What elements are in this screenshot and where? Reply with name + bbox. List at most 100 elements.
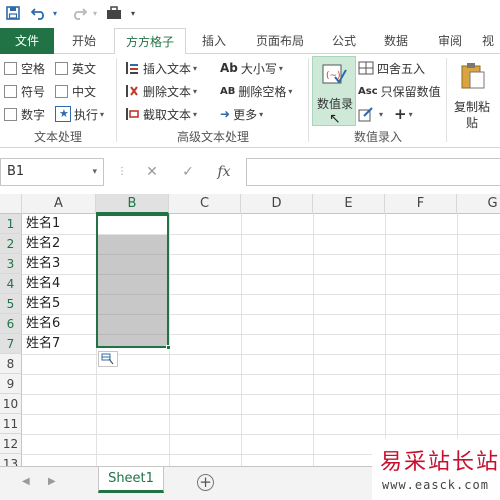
sheet-tab[interactable]: Sheet1 bbox=[98, 467, 164, 493]
case-icon: Ab bbox=[220, 61, 238, 75]
checkbox-number[interactable]: 数字 bbox=[4, 104, 45, 124]
tab-page-layout[interactable]: 页面布局 bbox=[246, 28, 314, 54]
value-entry-button[interactable]: (~) 数值录 ↖ bbox=[312, 56, 356, 127]
gridline bbox=[22, 394, 500, 395]
column-header[interactable]: F bbox=[385, 194, 457, 214]
customize-qat-icon[interactable]: ▾ bbox=[128, 3, 138, 23]
formula-input[interactable] bbox=[246, 158, 500, 186]
row-header[interactable]: 1 bbox=[0, 214, 22, 234]
gridline bbox=[22, 414, 500, 415]
prev-sheet-icon[interactable]: ◀ bbox=[22, 476, 30, 487]
row-header[interactable]: 3 bbox=[0, 254, 22, 274]
delete-text-button[interactable]: 删除文本 ▾ bbox=[124, 81, 197, 101]
cell-a6[interactable]: 姓名6 bbox=[23, 314, 60, 334]
group-label-advanced-text: 高级文本处理 bbox=[176, 130, 249, 144]
tab-insert[interactable]: 插入 bbox=[192, 28, 236, 54]
keep-value-button[interactable]: Asc 只保留数值 bbox=[358, 81, 441, 101]
row-header[interactable]: 12 bbox=[0, 434, 22, 454]
keep-value-icon: Asc bbox=[358, 85, 378, 97]
row-header[interactable]: 13 bbox=[0, 454, 22, 466]
ribbon-tabs: 文件 开始 方方格子 插入 页面布局 公式 数据 审阅 视 bbox=[0, 28, 500, 55]
row-header[interactable]: 8 bbox=[0, 354, 22, 374]
save-icon[interactable] bbox=[4, 3, 22, 23]
checkbox-symbol[interactable]: 符号 bbox=[4, 81, 45, 101]
checkbox-box[interactable] bbox=[55, 61, 68, 75]
cell-a2[interactable]: 姓名2 bbox=[23, 234, 60, 254]
tab-view[interactable]: 视 bbox=[482, 28, 500, 54]
tab-data[interactable]: 数据 bbox=[374, 28, 418, 54]
watermark-title: 易采站长站 bbox=[380, 450, 500, 475]
checkbox-box[interactable] bbox=[55, 84, 68, 98]
cell-a3[interactable]: 姓名3 bbox=[23, 254, 60, 274]
column-header[interactable]: C bbox=[169, 194, 241, 214]
edit-button[interactable]: ▾ bbox=[358, 104, 383, 124]
column-header[interactable]: B bbox=[96, 194, 169, 214]
cell-a7[interactable]: 姓名7 bbox=[23, 334, 60, 354]
insert-text-button[interactable]: 插入文本 ▾ bbox=[124, 58, 197, 78]
undo-dropdown-icon[interactable]: ▾ bbox=[50, 3, 60, 23]
watermark-url: www.easck.com bbox=[382, 478, 489, 492]
row-header[interactable]: 6 bbox=[0, 314, 22, 334]
toolbox-icon[interactable] bbox=[104, 3, 128, 23]
cell-a1[interactable]: 姓名1 bbox=[23, 214, 60, 234]
gridline bbox=[22, 234, 500, 235]
checkbox-space[interactable]: 空格 bbox=[4, 58, 45, 78]
cell-a4[interactable]: 姓名4 bbox=[23, 274, 60, 294]
more-button[interactable]: ➜ 更多 ▾ bbox=[220, 104, 263, 124]
plus-icon: + bbox=[394, 105, 407, 123]
redo-icon[interactable] bbox=[70, 3, 88, 23]
gridline bbox=[457, 214, 458, 466]
svg-text:(~): (~) bbox=[326, 71, 341, 81]
insert-function-icon[interactable]: fx bbox=[214, 162, 234, 182]
group-label-text-processing: 文本处理 bbox=[33, 130, 82, 144]
insert-text-icon bbox=[124, 60, 140, 76]
row-header[interactable]: 5 bbox=[0, 294, 22, 314]
gridline bbox=[313, 214, 314, 466]
chevron-down-icon: ▾ bbox=[193, 109, 198, 119]
name-box[interactable]: B1 ▾ bbox=[0, 158, 104, 186]
column-header[interactable]: G bbox=[457, 194, 500, 214]
fill-handle[interactable] bbox=[166, 345, 171, 350]
tab-home[interactable]: 开始 bbox=[62, 28, 106, 54]
round-button[interactable]: 四舍五入 bbox=[358, 58, 425, 78]
checkbox-box[interactable] bbox=[4, 61, 17, 75]
select-all-corner[interactable] bbox=[0, 194, 22, 214]
case-button[interactable]: Ab 大小写 ▾ bbox=[220, 58, 283, 78]
tab-review[interactable]: 审阅 bbox=[428, 28, 472, 54]
undo-icon[interactable] bbox=[30, 3, 48, 23]
checkbox-box[interactable] bbox=[4, 107, 17, 121]
row-header[interactable]: 9 bbox=[0, 374, 22, 394]
delete-space-icon: AB bbox=[220, 85, 236, 97]
quick-analysis-button[interactable] bbox=[98, 351, 118, 367]
row-header[interactable]: 4 bbox=[0, 274, 22, 294]
add-sheet-icon[interactable]: + bbox=[197, 474, 214, 491]
tab-formulas[interactable]: 公式 bbox=[322, 28, 366, 54]
plus-button[interactable]: + ▾ bbox=[394, 104, 413, 124]
edit-icon bbox=[358, 106, 374, 122]
delete-space-button[interactable]: AB 删除空格 ▾ bbox=[220, 81, 292, 101]
row-header[interactable]: 7 bbox=[0, 334, 22, 354]
row-header[interactable]: 2 bbox=[0, 234, 22, 254]
worksheet-grid[interactable]: A B C D E F G 1 2 3 4 5 6 7 8 9 10 11 12… bbox=[0, 194, 500, 466]
cancel-icon[interactable]: ✕ bbox=[142, 162, 162, 182]
checkbox-box[interactable] bbox=[4, 84, 17, 98]
tab-file[interactable]: 文件 bbox=[0, 28, 54, 54]
next-sheet-icon[interactable]: ▶ bbox=[48, 476, 56, 487]
column-header[interactable]: D bbox=[241, 194, 313, 214]
column-header[interactable]: E bbox=[313, 194, 385, 214]
checkbox-chinese[interactable]: 中文 bbox=[55, 81, 96, 101]
cell-a5[interactable]: 姓名5 bbox=[23, 294, 60, 314]
chevron-down-icon[interactable]: ▾ bbox=[92, 159, 97, 185]
column-header[interactable]: A bbox=[22, 194, 96, 214]
execute-button[interactable]: ★ 执行 ▾ bbox=[55, 104, 104, 124]
redo-dropdown-icon[interactable]: ▾ bbox=[90, 3, 100, 23]
confirm-icon[interactable]: ✓ bbox=[178, 162, 198, 182]
tab-fangfang[interactable]: 方方格子 bbox=[114, 28, 186, 55]
column-header-row: A B C D E F G bbox=[0, 194, 500, 214]
gridline bbox=[169, 214, 170, 466]
checkbox-english[interactable]: 英文 bbox=[55, 58, 96, 78]
copy-paste-button[interactable]: 复制粘 贴 bbox=[452, 60, 500, 130]
row-header[interactable]: 11 bbox=[0, 414, 22, 434]
extract-text-button[interactable]: 截取文本 ▾ bbox=[124, 104, 197, 124]
row-header[interactable]: 10 bbox=[0, 394, 22, 414]
